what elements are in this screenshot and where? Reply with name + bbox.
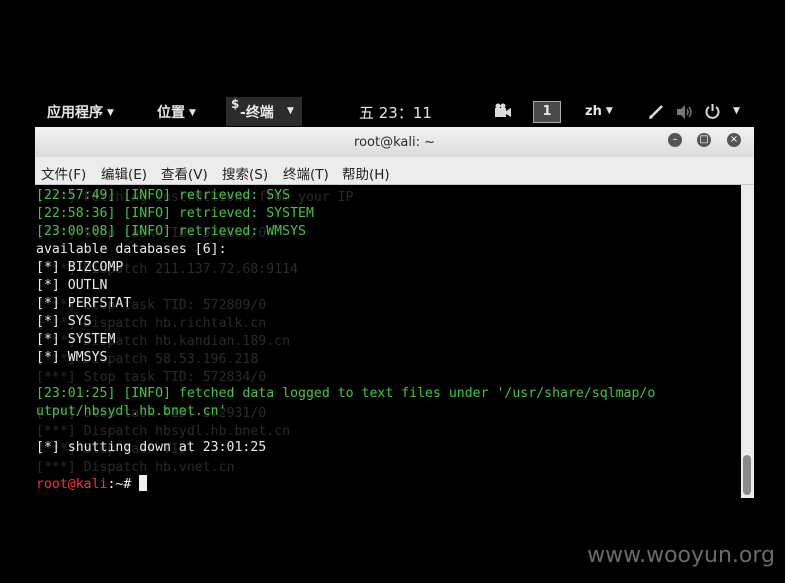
window-titlebar[interactable]: root@kali: ~ – □ × — [35, 127, 754, 157]
input-method-label: zh — [585, 104, 602, 119]
clock[interactable]: 五 23：11 — [359, 102, 432, 123]
power-menu[interactable]: ▼ — [704, 103, 740, 120]
chevron-down-icon: ▼ — [733, 106, 740, 116]
scrollbar-thumb[interactable] — [743, 455, 751, 495]
fetched-data-line: [23:01:25] [INFO] fetched data logged to… — [36, 386, 656, 401]
shell-prompt: root@kali:~# — [36, 475, 148, 494]
prompt-path: :~# — [107, 477, 140, 492]
terminal-app-menu[interactable]: $ -终端 ▼ — [226, 97, 302, 126]
terminal-output[interactable]: [***] Fetching instructions from your IP… — [35, 185, 741, 498]
shutdown-line: [*] shutting down at 23:01:25 — [36, 440, 267, 455]
terminal-app-label: -终端 — [240, 105, 274, 121]
databases-header: available databases [6]: — [36, 242, 227, 257]
menu-help[interactable]: 帮助(H) — [342, 163, 390, 183]
database-item: [*] SYSTEM — [36, 332, 116, 347]
power-icon — [705, 104, 720, 119]
database-item: [*] OUTLN — [36, 278, 108, 293]
close-button[interactable]: × — [727, 133, 741, 147]
menubar: 文件(F) 编辑(E) 查看(V) 搜索(S) 终端(T) 帮助(H) — [35, 157, 754, 185]
menu-edit[interactable]: 编辑(E) — [101, 163, 147, 183]
terminal-window: root@kali: ~ – □ × 文件(F) 编辑(E) 查看(V) 搜索(… — [35, 127, 754, 498]
terminal-icon: $ — [231, 97, 240, 111]
text-cursor — [139, 475, 148, 491]
pen-icon[interactable] — [648, 104, 664, 120]
menu-file[interactable]: 文件(F) — [41, 163, 86, 183]
workspace-indicator[interactable]: 1 — [533, 101, 561, 123]
minimize-button[interactable]: – — [668, 133, 682, 147]
maximize-button[interactable]: □ — [697, 133, 711, 147]
menu-terminal[interactable]: 终端(T) — [283, 163, 329, 183]
scrollbar[interactable] — [741, 185, 754, 498]
fetched-data-line-cont: utput/hbsydl.hb.bnet.cn' — [36, 404, 227, 419]
input-method-menu[interactable]: zh ▼ — [585, 104, 613, 119]
places-menu[interactable]: 位置 ▼ — [157, 102, 196, 122]
log-line: [22:57:49] [INFO] retrieved: SYS — [36, 188, 291, 203]
database-item: [*] BIZCOMP — [36, 260, 124, 275]
database-item: [*] WMSYS — [36, 350, 108, 365]
chevron-down-icon: ▼ — [189, 108, 196, 118]
chevron-down-icon: ▼ — [107, 108, 114, 118]
database-item: [*] SYS — [36, 314, 92, 329]
menu-search[interactable]: 搜索(S) — [222, 163, 268, 183]
places-label: 位置 — [157, 105, 185, 121]
database-item: [*] PERFSTAT — [36, 296, 132, 311]
applications-menu[interactable]: 应用程序 ▼ — [47, 102, 114, 122]
volume-icon[interactable] — [676, 104, 694, 120]
prompt-user: root@kali — [36, 477, 108, 492]
chevron-down-icon: ▼ — [287, 106, 294, 116]
top-panel: 应用程序 ▼ 位置 ▼ $ -终端 ▼ 五 23：11 1 zh ▼ ▼ — [0, 97, 785, 126]
applications-label: 应用程序 — [47, 105, 103, 121]
chevron-down-icon: ▼ — [605, 106, 613, 116]
watermark: www.wooyun.org — [587, 543, 775, 568]
log-line: [22:58:36] [INFO] retrieved: SYSTEM — [36, 206, 314, 221]
log-line: [23:00:08] [INFO] retrieved: WMSYS — [36, 224, 306, 239]
menu-view[interactable]: 查看(V) — [161, 163, 208, 183]
camera-icon[interactable] — [494, 103, 512, 119]
window-title: root@kali: ~ — [354, 135, 435, 150]
